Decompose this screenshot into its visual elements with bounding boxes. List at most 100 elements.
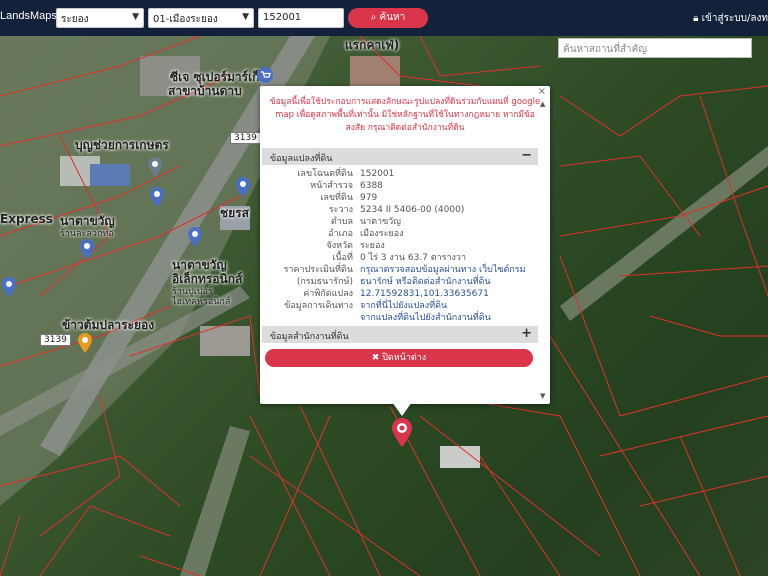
detail-row: ราคาประเมินที่ดิน กรุณาตรวจสอบข้อมูลผ่านท… xyxy=(262,264,538,276)
parcel-line xyxy=(619,265,768,277)
detail-value: เมืองระยอง xyxy=(360,229,404,239)
directions-to-parcel-link[interactable]: จากที่นี่ไปยังแปลงที่ดิน xyxy=(360,300,447,312)
parcel-section-header[interactable]: ข้อมูลแปลงที่ดิน − xyxy=(262,148,538,165)
close-window-button[interactable]: ✖ ปิดหน้าต่าง xyxy=(265,349,533,367)
detail-value: ระยอง xyxy=(360,241,385,251)
detail-key: เลขโฉนดที่ดิน xyxy=(297,169,353,179)
parcel-line xyxy=(419,415,601,557)
map-label: แรกคาเฟ่) xyxy=(345,38,400,52)
parcel-number-input[interactable]: 152001 xyxy=(258,8,344,28)
detail-row: ข้อมูลการเดินทาง จากที่นี่ไปยังแปลงที่ดิน xyxy=(262,300,538,312)
detail-row: เนื้อที่ 0 ไร่ 3 งาน 63.7 ตารางวา xyxy=(262,252,538,264)
search-button-label: ค้นหา xyxy=(379,12,406,23)
brand-logo[interactable]: LandsMaps xyxy=(0,10,57,22)
office-section-header[interactable]: ข้อมูลสำนักงานที่ดิน + xyxy=(262,326,538,343)
road-number-badge: 3139 xyxy=(230,132,261,144)
building xyxy=(440,446,480,468)
office-section-title: ข้อมูลสำนักงานที่ดิน xyxy=(270,332,349,342)
detail-value: 5234 II 5406-00 (4000) xyxy=(360,205,465,215)
parcel-line xyxy=(549,335,701,576)
map-pin-icon[interactable] xyxy=(146,156,164,178)
popup-scrollbar[interactable]: ▲ ▼ xyxy=(538,86,550,404)
map-label: บุญช่วยการเกษตร xyxy=(75,138,169,152)
building xyxy=(90,164,130,186)
parcel-line xyxy=(299,405,381,576)
collapse-icon[interactable]: − xyxy=(521,148,532,163)
parcel-line xyxy=(599,415,768,457)
parcel-line xyxy=(419,36,541,77)
map-label: สาขาบ้านดาบ xyxy=(168,84,242,98)
parcel-line xyxy=(679,435,741,576)
road-right xyxy=(560,146,768,321)
detail-link[interactable]: กรุณาตรวจสอบข้อมูลผ่านทาง เว็บไซต์กรม xyxy=(360,264,526,276)
building xyxy=(350,56,400,86)
detail-key: ข้อมูลการเดินทาง xyxy=(284,301,353,311)
login-label: เข้าสู่ระบบ/ลงท xyxy=(701,13,768,24)
parcel-line xyxy=(439,395,641,576)
detail-key: จังหวัด xyxy=(326,241,354,251)
detail-row: อำเภอ เมืองระยอง xyxy=(262,228,538,240)
detail-link[interactable]: ธนารักษ์ หรือติดต่อสำนักงานที่ดิน xyxy=(360,276,491,288)
detail-key: ค่าพิกัดแปลง xyxy=(303,289,353,299)
detail-key: ราคาประเมินที่ดิน xyxy=(283,265,353,275)
detail-key: ระวาง xyxy=(328,205,353,215)
detail-row: ระวาง 5234 II 5406-00 (4000) xyxy=(262,204,538,216)
detail-row: ตำบล นาตาขวัญ xyxy=(262,216,538,228)
disclaimer-notice: ข้อมูลนี้เพื่อใช้ประกอบการแสดงลักษณะรูปแ… xyxy=(269,97,541,133)
parcel-info-popup: × ข้อมูลนี้เพื่อใช้ประกอบการแสดงลักษณะรู… xyxy=(260,86,550,404)
detail-row: จากแปลงที่ดินไปยังสำนักงานที่ดิน xyxy=(262,312,538,324)
detail-row: ค่าพิกัดแปลง 12.71592831,101.33635671 xyxy=(262,288,538,300)
parcel-line xyxy=(559,85,768,137)
detail-key: หน้าสำรวจ xyxy=(310,181,353,191)
coordinates-link[interactable]: 12.71592831,101.33635671 xyxy=(360,288,489,300)
detail-value: 0 ไร่ 3 งาน 63.7 ตารางวา xyxy=(360,253,467,263)
district-select[interactable]: 01-เมืองระยอง ▼ xyxy=(148,8,254,28)
road-number-badge: 3139 xyxy=(40,334,71,346)
scroll-up-icon[interactable]: ▲ xyxy=(540,100,545,108)
detail-key: เนื้อที่ xyxy=(332,253,353,263)
province-select[interactable]: ระยอง ▼ xyxy=(56,8,144,28)
parcel-details: เลขโฉนดที่ดิน 152001 หน้าสำรวจ 6388 เลขที่… xyxy=(262,168,538,324)
map-label: Express xyxy=(0,212,53,226)
detail-row: จังหวัด ระยอง xyxy=(262,240,538,252)
parcel-line xyxy=(39,505,171,576)
detail-row: เลขที่ดิน 979 xyxy=(262,192,538,204)
parcel-line xyxy=(0,515,21,576)
detail-key: อำเภอ xyxy=(328,229,353,239)
map-label: ไฮเทคพรอนิกส์ xyxy=(172,297,231,307)
detail-value: 152001 xyxy=(360,169,395,179)
lock-icon: 🔒︎ xyxy=(693,13,699,24)
chevron-down-icon: ▼ xyxy=(132,12,139,22)
popup-pointer xyxy=(392,402,412,416)
search-icon: ⌕ xyxy=(370,12,377,23)
scroll-down-icon[interactable]: ▼ xyxy=(540,392,545,400)
parcel-line xyxy=(649,315,768,337)
search-button[interactable]: ⌕ ค้นหา xyxy=(348,8,428,28)
parcel-section-title: ข้อมูลแปลงที่ดิน xyxy=(270,154,333,164)
place-pin-icon[interactable] xyxy=(148,186,166,208)
landmark-search-input[interactable]: ค้นหาสถานที่สำคัญ xyxy=(558,38,752,58)
location-marker-icon[interactable] xyxy=(391,418,413,448)
restaurant-pin-icon[interactable] xyxy=(76,332,94,354)
detail-value: นาตาขวัญ xyxy=(360,217,401,227)
road-bottom xyxy=(180,426,250,576)
detail-value: 6388 xyxy=(360,181,383,191)
directions-to-office-link[interactable]: จากแปลงที่ดินไปยังสำนักงานที่ดิน xyxy=(360,312,491,324)
detail-row: เลขโฉนดที่ดิน 152001 xyxy=(262,168,538,180)
shopping-pin-icon[interactable] xyxy=(234,176,252,198)
province-select-value: ระยอง xyxy=(61,14,89,25)
chevron-down-icon: ▼ xyxy=(242,12,249,22)
parcel-line xyxy=(249,455,421,576)
expand-icon[interactable]: + xyxy=(521,326,532,341)
detail-key: เลขที่ดิน xyxy=(320,193,353,203)
parcel-number-value: 152001 xyxy=(263,12,302,23)
login-link[interactable]: 🔒︎ เข้าสู่ระบบ/ลงท xyxy=(693,11,768,26)
store-pin-icon[interactable] xyxy=(0,276,18,298)
shopping-cart-icon[interactable] xyxy=(256,66,274,84)
district-select-value: 01-เมืองระยอง xyxy=(153,14,218,25)
top-navbar: LandsMaps ระยอง ▼ 01-เมืองระยอง ▼ 152001… xyxy=(0,0,768,36)
detail-value: 979 xyxy=(360,193,378,203)
store-pin-icon[interactable] xyxy=(186,226,204,248)
parcel-line xyxy=(249,415,331,576)
store-pin-icon[interactable] xyxy=(78,238,96,260)
